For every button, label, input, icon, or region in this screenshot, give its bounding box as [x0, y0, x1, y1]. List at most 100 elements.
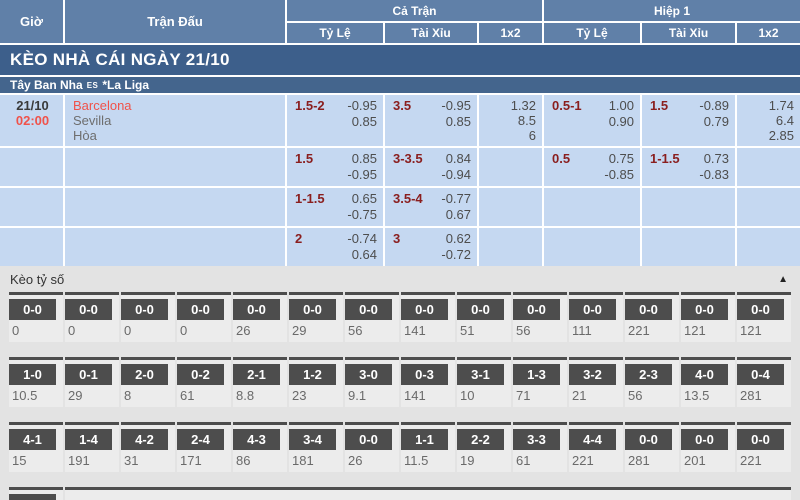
handicap-line: 0.5-1: [552, 98, 582, 113]
ft-handicap-cell[interactable]: 1-1.50.65-0.75: [287, 188, 383, 226]
score-button[interactable]: 0-0: [177, 299, 224, 320]
odds-value[interactable]: -0.75: [347, 207, 377, 223]
odds-value[interactable]: 0.84: [446, 151, 471, 167]
score-button[interactable]: 2-3: [625, 364, 672, 385]
odds-value[interactable]: 0.85: [446, 114, 471, 130]
score-button[interactable]: 3-3: [513, 429, 560, 450]
odds-value[interactable]: -0.83: [699, 167, 729, 183]
score-button[interactable]: 2-1: [233, 364, 280, 385]
score-button[interactable]: 4-2: [121, 429, 168, 450]
h1-over-under-cell[interactable]: 1.5-0.890.79: [642, 95, 735, 146]
league-bar[interactable]: Tây Ban Nha ES *La Liga: [0, 77, 800, 93]
odds-value[interactable]: 0.85: [352, 114, 377, 130]
score-button[interactable]: 0-0: [345, 429, 392, 450]
h1-handicap-cell[interactable]: 0.5-1 1.000.90: [544, 95, 640, 146]
score-button[interactable]: 3-2: [569, 364, 616, 385]
h1-handicap-cell[interactable]: 0.50.75-0.85: [544, 148, 640, 186]
ft-over-under-cell[interactable]: 30.62-0.72: [385, 228, 477, 266]
ft-1x2-cell[interactable]: 1.328.56: [479, 95, 542, 146]
handicap-line: 3.5: [393, 98, 411, 113]
score-button[interactable]: 0-3: [401, 364, 448, 385]
score-button[interactable]: 4-0: [681, 364, 728, 385]
score-button[interactable]: 0-0: [737, 299, 784, 320]
score-button[interactable]: 4-4: [569, 429, 616, 450]
score-button[interactable]: 0-0: [681, 299, 728, 320]
score-cell: 2-08: [121, 357, 175, 407]
score-odds-value: 0: [9, 320, 63, 338]
score-button[interactable]: 2-0: [121, 364, 168, 385]
ft-over-under-cell[interactable]: 3-3.50.84-0.94: [385, 148, 477, 186]
score-button[interactable]: 0-0: [513, 299, 560, 320]
score-button[interactable]: 0-0: [9, 494, 56, 500]
ft-handicap-cell[interactable]: 1.5-2-0.950.85: [287, 95, 383, 146]
score-button[interactable]: 0-0: [737, 429, 784, 450]
score-button[interactable]: 3-1: [457, 364, 504, 385]
odds-value[interactable]: 0.62: [446, 231, 471, 247]
score-button[interactable]: 4-1: [9, 429, 56, 450]
odds-value[interactable]: 6: [529, 128, 536, 143]
h1-over-under-cell[interactable]: 1-1.50.73-0.83: [642, 148, 735, 186]
odds-value[interactable]: -0.85: [604, 167, 634, 183]
score-button[interactable]: 1-2: [289, 364, 336, 385]
ft-handicap-cell[interactable]: 2-0.740.64: [287, 228, 383, 266]
ft-handicap-cell[interactable]: 1.50.85-0.95: [287, 148, 383, 186]
score-button[interactable]: 0-2: [177, 364, 224, 385]
odds-value[interactable]: 0.85: [352, 151, 377, 167]
score-button[interactable]: 3-4: [289, 429, 336, 450]
odds-value[interactable]: 6.4: [776, 113, 794, 128]
score-odds-value: 26: [345, 450, 399, 468]
odds-value[interactable]: 0.64: [352, 247, 377, 263]
score-button[interactable]: 0-0: [625, 429, 672, 450]
odds-value[interactable]: -0.94: [441, 167, 471, 183]
score-button[interactable]: 0-0: [681, 429, 728, 450]
odds-value[interactable]: 1.00: [609, 98, 634, 114]
score-button[interactable]: 4-3: [233, 429, 280, 450]
odds-value[interactable]: 2.85: [769, 128, 794, 143]
ft-1x2-cell: [479, 148, 542, 186]
score-button[interactable]: 0-4: [737, 364, 784, 385]
score-button[interactable]: 0-0: [9, 299, 56, 320]
score-button[interactable]: 2-4: [177, 429, 224, 450]
score-button[interactable]: 0-0: [457, 299, 504, 320]
score-button[interactable]: 0-0: [289, 299, 336, 320]
odds-value[interactable]: -0.77: [441, 191, 471, 207]
odds-value[interactable]: -0.95: [441, 98, 471, 114]
odds-value[interactable]: 0.90: [609, 114, 634, 130]
score-button[interactable]: 0-0: [233, 299, 280, 320]
h1-1x2-cell: [737, 148, 800, 186]
score-button[interactable]: 0-0: [121, 299, 168, 320]
odds-value[interactable]: -0.95: [347, 98, 377, 114]
odds-value[interactable]: 0.75: [609, 151, 634, 167]
score-button[interactable]: 3-0: [345, 364, 392, 385]
other-score-control: Tỷ số khác: [65, 487, 791, 500]
ft-over-under-cell[interactable]: 3.5-4-0.770.67: [385, 188, 477, 226]
ft-over-under-cell[interactable]: 3.5 -0.950.85: [385, 95, 477, 146]
score-button[interactable]: 2-2: [457, 429, 504, 450]
score-button[interactable]: 0-0: [625, 299, 672, 320]
odds-value[interactable]: 1.74: [769, 98, 794, 113]
score-button[interactable]: 0-0: [401, 299, 448, 320]
collapse-section-icon[interactable]: ▲: [778, 275, 788, 285]
score-button[interactable]: 1-1: [401, 429, 448, 450]
odds-value[interactable]: -0.72: [441, 247, 471, 263]
odds-value[interactable]: 0.65: [352, 191, 377, 207]
score-button[interactable]: 0-0: [345, 299, 392, 320]
odds-value[interactable]: -0.74: [347, 231, 377, 247]
score-button[interactable]: 1-3: [513, 364, 560, 385]
match-teams-cell[interactable]: BarcelonaSevillaHòa: [65, 95, 285, 146]
score-button[interactable]: 1-4: [65, 429, 112, 450]
odds-value[interactable]: -0.89: [699, 98, 729, 114]
score-button[interactable]: 0-0: [65, 299, 112, 320]
score-button[interactable]: 0-0: [569, 299, 616, 320]
odds-value[interactable]: 8.5: [518, 113, 536, 128]
odds-value[interactable]: 0.67: [446, 207, 471, 223]
col-header-h1-1x2: 1x2: [737, 23, 800, 43]
score-button[interactable]: 0-1: [65, 364, 112, 385]
score-button[interactable]: 1-0: [9, 364, 56, 385]
h1-1x2-cell[interactable]: 1.746.42.85: [737, 95, 800, 146]
odds-value[interactable]: 1.32: [511, 98, 536, 113]
score-cell: 0-0201: [681, 422, 735, 472]
odds-value[interactable]: 0.73: [704, 151, 729, 167]
odds-value[interactable]: -0.95: [347, 167, 377, 183]
odds-value[interactable]: 0.79: [704, 114, 729, 130]
